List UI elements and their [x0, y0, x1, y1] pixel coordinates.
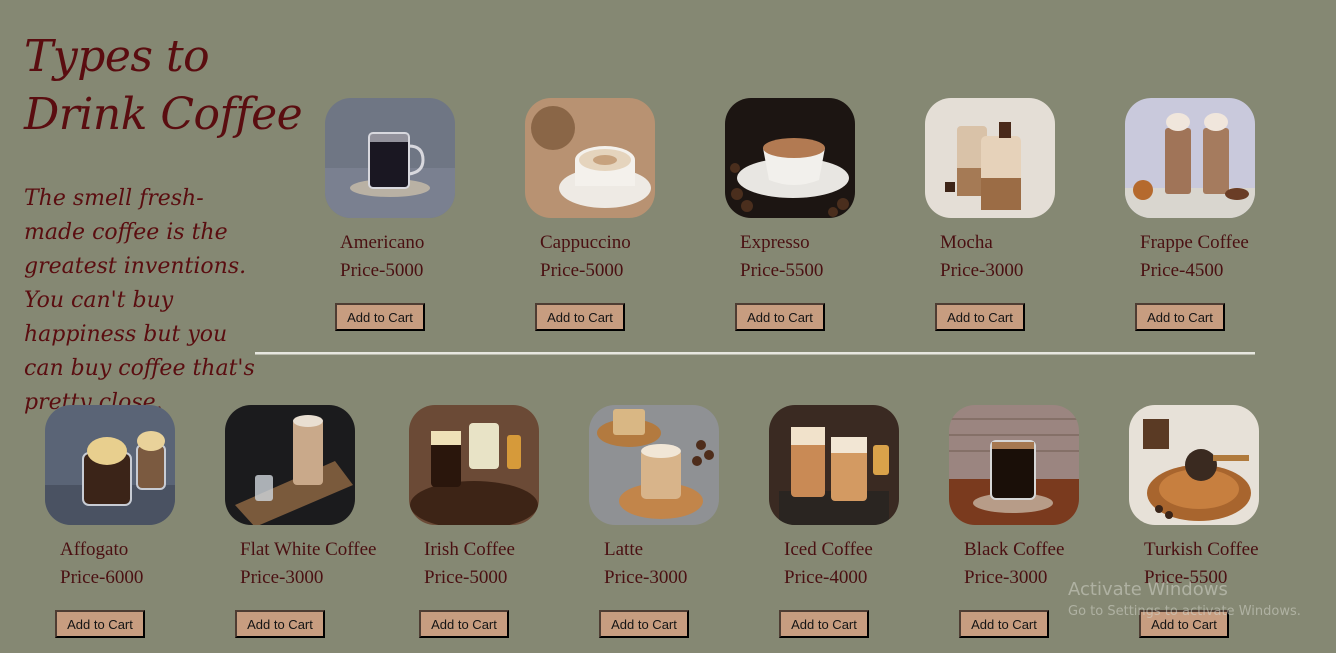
irish-coffee-image: [409, 405, 539, 525]
product-name: Frappe Coffee: [1140, 232, 1249, 253]
add-to-cart-button[interactable]: Add to Cart: [735, 303, 825, 331]
add-to-cart-button[interactable]: Add to Cart: [1135, 303, 1225, 331]
add-to-cart-button[interactable]: Add to Cart: [959, 610, 1049, 638]
product-card-mocha: Mocha Price-3000 Add to Cart: [905, 98, 1065, 343]
section-divider: [255, 352, 1255, 355]
product-price: Price-5000: [340, 260, 424, 281]
affogato-image: [45, 405, 175, 525]
product-price: Price-6000: [60, 567, 144, 588]
mocha-image: [925, 98, 1055, 218]
product-price: Price-3000: [240, 567, 324, 588]
activate-windows-subtitle: Go to Settings to activate Windows.: [1068, 604, 1301, 619]
product-price: Price-3000: [940, 260, 1024, 281]
iced-coffee-image: [769, 405, 899, 525]
frappe-image: [1125, 98, 1255, 218]
product-price: Price-4500: [1140, 260, 1224, 281]
product-name: Irish Coffee: [424, 539, 515, 560]
product-card-irish-coffee: Irish Coffee Price-5000 Add to Cart: [389, 405, 549, 650]
add-to-cart-button[interactable]: Add to Cart: [55, 610, 145, 638]
add-to-cart-button[interactable]: Add to Cart: [935, 303, 1025, 331]
product-name: Cappuccino: [540, 232, 631, 253]
product-card-iced-coffee: Iced Coffee Price-4000 Add to Cart: [749, 405, 909, 650]
espresso-image: [725, 98, 855, 218]
add-to-cart-button[interactable]: Add to Cart: [335, 303, 425, 331]
page-title: Types to Drink Coffee: [24, 31, 303, 140]
latte-image: [589, 405, 719, 525]
product-card-americano: Americano Price-5000 Add to Cart: [305, 98, 465, 343]
product-name: Americano: [340, 232, 425, 253]
product-name: Expresso: [740, 232, 810, 253]
product-name: Black Coffee: [964, 539, 1065, 560]
product-name: Flat White Coffee: [240, 539, 377, 560]
product-card-flat-white: Flat White Coffee Price-3000 Add to Cart: [205, 405, 377, 650]
black-coffee-image: [949, 405, 1079, 525]
product-card-latte: Latte Price-3000 Add to Cart: [569, 405, 729, 650]
product-name: Iced Coffee: [784, 539, 873, 560]
add-to-cart-button[interactable]: Add to Cart: [599, 610, 689, 638]
flat-white-image: [225, 405, 355, 525]
product-name: Affogato: [60, 539, 129, 560]
product-name: Mocha: [940, 232, 993, 253]
product-price: Price-5000: [540, 260, 624, 281]
add-to-cart-button[interactable]: Add to Cart: [535, 303, 625, 331]
product-card-expresso: Expresso Price-5500 Add to Cart: [705, 98, 865, 343]
product-card-affogato: Affogato Price-6000 Add to Cart: [25, 405, 185, 650]
product-card-frappe: Frappe Coffee Price-4500 Add to Cart: [1105, 98, 1265, 343]
product-price: Price-5500: [740, 260, 824, 281]
product-name: Turkish Coffee: [1144, 539, 1259, 560]
product-price: Price-3000: [604, 567, 688, 588]
americano-image: [325, 98, 455, 218]
product-name: Latte: [604, 539, 644, 560]
product-price: Price-5000: [424, 567, 508, 588]
product-card-black-coffee: Black Coffee Price-3000 Add to Cart: [929, 405, 1089, 650]
add-to-cart-button[interactable]: Add to Cart: [419, 610, 509, 638]
product-price: Price-3000: [964, 567, 1048, 588]
cappuccino-image: [525, 98, 655, 218]
intro-text: The smell fresh-made coffee is the great…: [24, 186, 255, 415]
add-to-cart-button[interactable]: Add to Cart: [779, 610, 869, 638]
add-to-cart-button[interactable]: Add to Cart: [235, 610, 325, 638]
product-price: Price-4000: [784, 567, 868, 588]
product-card-cappuccino: Cappuccino Price-5000 Add to Cart: [505, 98, 665, 343]
activate-windows-title: Activate Windows: [1068, 579, 1228, 600]
turkish-coffee-image: [1129, 405, 1259, 525]
